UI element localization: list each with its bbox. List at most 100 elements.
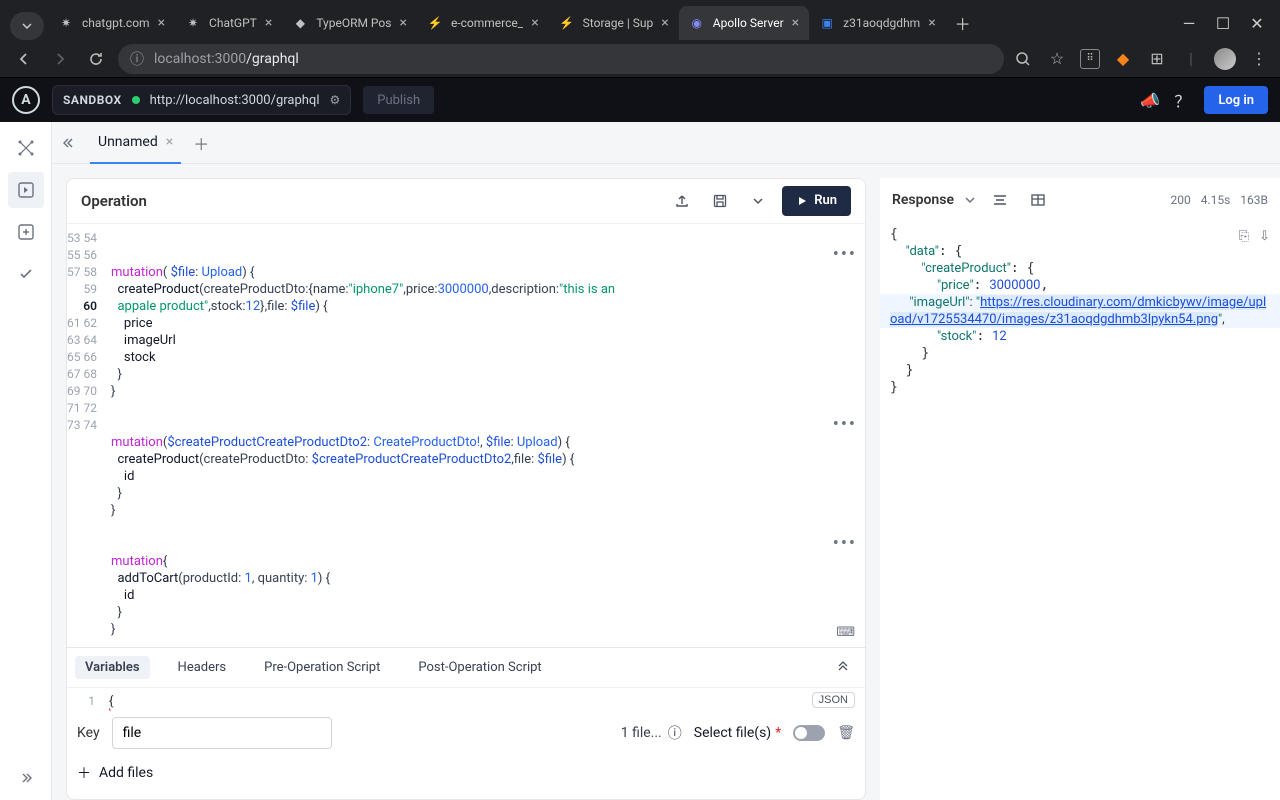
tab-apollo-server[interactable]: ◉Apollo Server×: [679, 6, 809, 40]
keyboard-shortcuts-icon[interactable]: ⌨: [836, 624, 855, 641]
run-button[interactable]: Run: [782, 186, 851, 216]
help-icon[interactable]: ？: [1174, 88, 1190, 112]
file-count: 1 file... ⓘ: [621, 723, 682, 743]
metamask-icon[interactable]: ◆: [1112, 48, 1134, 70]
download-icon[interactable]: ⇩: [1259, 228, 1270, 245]
copy-icon[interactable]: ⎘: [1239, 228, 1249, 245]
response-header: Response 200 4.15s 163B: [880, 178, 1280, 222]
tab-variables[interactable]: Variables: [75, 656, 150, 679]
maximize-button[interactable]: ☐: [1206, 6, 1240, 40]
app-body: Unnamed × ＋ Operation Run: [0, 122, 1280, 800]
tabs-dropdown[interactable]: [10, 12, 44, 40]
site-info-icon[interactable]: ⓘ: [130, 49, 144, 69]
file-toggle[interactable]: [793, 725, 825, 741]
login-button[interactable]: Log in: [1204, 86, 1268, 114]
line-gutter: 53 54 55 56 57 58 59 60 61 62 63 64 65 6…: [67, 224, 103, 647]
main-area: Unnamed × ＋ Operation Run: [52, 122, 1280, 800]
tab-post-script[interactable]: Post-Operation Script: [408, 656, 551, 679]
document-tab-label: Unnamed: [98, 134, 158, 150]
diff-icon[interactable]: [8, 214, 44, 250]
collapse-docs-icon[interactable]: [62, 135, 78, 151]
tab-ecommerce[interactable]: ⚡ e-commerce_ ×: [417, 6, 549, 40]
tab-chatgpt[interactable]: ✷ChatGPT×: [175, 6, 282, 40]
operation-dropdown-icon[interactable]: [744, 187, 772, 215]
new-tab-button[interactable]: ＋: [946, 6, 980, 40]
format-icon[interactable]: [986, 186, 1014, 214]
operation-header: Operation Run: [67, 179, 865, 223]
url-input[interactable]: ⓘ localhost:3000/graphql: [118, 44, 1004, 74]
variables-body[interactable]: JSON 1{ Key 1 file... ⓘ Select file(s) *…: [67, 688, 865, 799]
expand-rail-icon[interactable]: [8, 764, 44, 800]
close-icon[interactable]: ×: [158, 15, 165, 31]
tab-title: e-commerce_: [451, 16, 523, 30]
zoom-icon[interactable]: [1012, 48, 1034, 70]
close-icon[interactable]: ×: [792, 15, 799, 31]
share-icon[interactable]: [668, 187, 696, 215]
minimize-button[interactable]: ―: [1172, 6, 1206, 40]
tab-headers[interactable]: Headers: [168, 656, 237, 679]
endpoint-url: http://localhost:3000/graphql: [150, 93, 320, 108]
tab-typeorm[interactable]: ◆ TypeORM Pos ×: [282, 6, 417, 40]
favicon-icon: ⚡: [559, 15, 575, 31]
favicon-icon: ✷: [185, 15, 201, 31]
trash-icon[interactable]: 🗑: [837, 725, 855, 741]
save-icon[interactable]: [706, 187, 734, 215]
favicon-icon: ◉: [689, 15, 705, 31]
operation-editor[interactable]: 53 54 55 56 57 58 59 60 61 62 63 64 65 6…: [67, 223, 865, 647]
tab-title: Storage | Sup: [583, 16, 654, 30]
chevron-down-icon[interactable]: [964, 194, 976, 206]
variables-tabs: Variables Headers Pre-Operation Script P…: [67, 648, 865, 688]
bookmark-icon[interactable]: ☆: [1046, 48, 1068, 70]
operation-actions-icon[interactable]: •••: [833, 416, 857, 433]
publish-button[interactable]: Publish: [363, 86, 434, 114]
reload-button[interactable]: [82, 45, 110, 73]
new-document-button[interactable]: ＋: [193, 131, 209, 155]
tab-title: TypeORM Pos: [316, 16, 391, 30]
table-view-icon[interactable]: [1024, 186, 1052, 214]
close-window-button[interactable]: ✕: [1240, 6, 1274, 40]
operation-title: Operation: [81, 192, 147, 210]
tab-chatgpt-com[interactable]: ✷chatgpt.com×: [48, 6, 175, 40]
apollo-logo-icon[interactable]: A: [12, 86, 40, 114]
add-files-button[interactable]: ＋Add files: [77, 757, 855, 789]
tab-cloudinary-image[interactable]: ▣z31aoqdgdhm×: [809, 6, 946, 40]
favicon-icon: ◆: [292, 15, 308, 31]
key-input[interactable]: [112, 717, 332, 749]
explorer-icon[interactable]: [8, 172, 44, 208]
close-icon[interactable]: ×: [531, 15, 538, 31]
gear-icon[interactable]: ⚙: [329, 93, 340, 107]
document-tab-unnamed[interactable]: Unnamed ×: [90, 122, 181, 164]
play-icon: [796, 195, 808, 207]
menu-icon[interactable]: ⋮: [1248, 48, 1270, 70]
back-button[interactable]: [10, 45, 38, 73]
profile-avatar[interactable]: [1214, 48, 1236, 70]
tab-pre-script[interactable]: Pre-Operation Script: [254, 656, 390, 679]
select-files-button[interactable]: Select file(s) *: [694, 725, 781, 741]
translate-icon[interactable]: ⠿: [1080, 49, 1100, 69]
response-body[interactable]: ⎘⇩{ "data": { "createProduct": { "price"…: [880, 222, 1280, 800]
json-mode-badge[interactable]: JSON: [812, 692, 855, 708]
close-icon[interactable]: ×: [265, 15, 272, 31]
close-icon[interactable]: ×: [399, 15, 406, 31]
favicon-icon: ⚡: [427, 15, 443, 31]
extensions-icon[interactable]: ⊞: [1146, 48, 1168, 70]
window-controls: ― ☐ ✕: [1172, 6, 1274, 40]
schema-icon[interactable]: [8, 130, 44, 166]
close-icon[interactable]: ×: [166, 134, 173, 150]
address-bar: ⓘ localhost:3000/graphql ☆ ⠿ ◆ ⊞ | ⋮: [0, 40, 1280, 78]
close-icon[interactable]: ×: [661, 15, 668, 31]
operation-actions-icon[interactable]: •••: [833, 535, 857, 552]
collapse-variables-icon[interactable]: [829, 654, 857, 682]
checks-icon[interactable]: [8, 256, 44, 292]
forward-button[interactable]: [46, 45, 74, 73]
tab-storage[interactable]: ⚡ Storage | Sup ×: [549, 6, 679, 40]
operation-panel: Operation Run 53 54 55 56 57 58 59 60 61…: [66, 178, 866, 800]
operation-actions-icon[interactable]: •••: [833, 246, 857, 263]
announcement-icon[interactable]: 📣: [1140, 91, 1160, 110]
code-area[interactable]: ••• mutation( $file: Upload) { createPro…: [103, 224, 865, 647]
close-icon[interactable]: ×: [928, 15, 935, 31]
sandbox-endpoint[interactable]: SANDBOX http://localhost:3000/graphql ⚙: [52, 85, 351, 115]
toolbar-icons: ☆ ⠿ ◆ ⊞ | ⋮: [1012, 48, 1270, 70]
info-icon[interactable]: ⓘ: [668, 723, 682, 743]
file-variable-row: Key 1 file... ⓘ Select file(s) * 🗑: [77, 709, 855, 757]
